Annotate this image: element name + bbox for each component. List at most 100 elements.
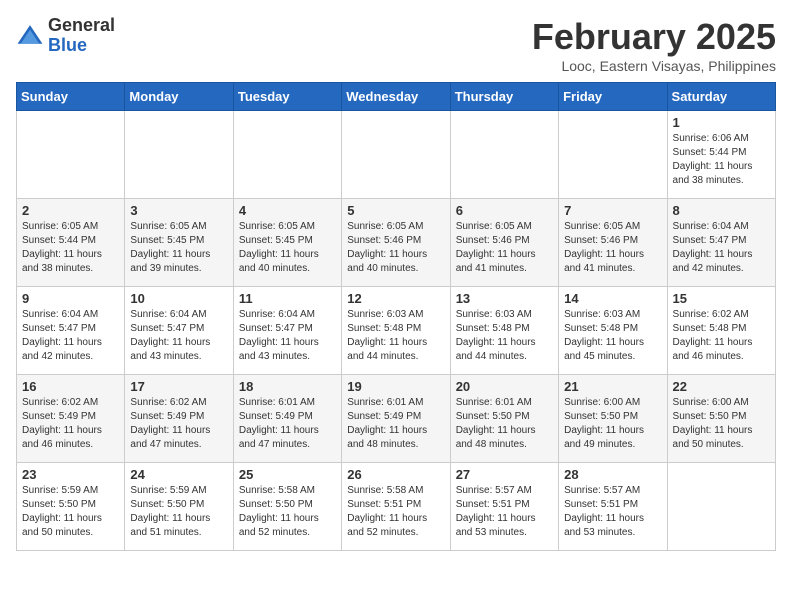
day-info: Sunrise: 6:04 AM Sunset: 5:47 PM Dayligh… — [239, 308, 336, 364]
day-info: Sunrise: 6:00 AM Sunset: 5:50 PM Dayligh… — [673, 396, 770, 452]
day-number: 28 — [564, 467, 661, 482]
day-number: 3 — [130, 203, 227, 218]
calendar-table: SundayMondayTuesdayWednesdayThursdayFrid… — [16, 82, 776, 551]
day-number: 12 — [347, 291, 444, 306]
calendar-week-row: 16 Sunrise: 6:02 AM Sunset: 5:49 PM Dayli… — [17, 375, 776, 463]
day-info: Sunrise: 6:04 AM Sunset: 5:47 PM Dayligh… — [130, 308, 227, 364]
day-of-week-header: Monday — [125, 83, 233, 111]
calendar-cell: 13Sunrise: 6:03 AM Sunset: 5:48 PM Dayli… — [450, 287, 558, 375]
day-number: 11 — [239, 291, 336, 306]
day-info: Sunrise: 6:02 AM Sunset: 5:49 PM Dayligh… — [130, 396, 227, 452]
calendar-cell: 28 Sunrise: 5:57 AM Sunset: 5:51 PM Dayli… — [559, 463, 667, 551]
day-number: 24 — [130, 467, 227, 482]
day-info: Sunrise: 6:05 AM Sunset: 5:44 PM Dayligh… — [22, 220, 119, 276]
day-info: Sunrise: 6:05 AM Sunset: 5:46 PM Dayligh… — [347, 220, 444, 276]
day-info: Sunrise: 5:58 AM Sunset: 5:51 PM Dayligh… — [347, 484, 444, 540]
logo-text: General Blue — [48, 16, 115, 56]
day-number: 4 — [239, 203, 336, 218]
day-of-week-header: Friday — [559, 83, 667, 111]
calendar-cell: 1 Sunrise: 6:06 AM Sunset: 5:44 PM Daylig… — [667, 111, 775, 199]
calendar-header-row: SundayMondayTuesdayWednesdayThursdayFrid… — [17, 83, 776, 111]
day-number: 19 — [347, 379, 444, 394]
page-header: General Blue February 2025 Looc, Eastern… — [16, 16, 776, 74]
day-info: Sunrise: 5:59 AM Sunset: 5:50 PM Dayligh… — [22, 484, 119, 540]
day-info: Sunrise: 6:04 AM Sunset: 5:47 PM Dayligh… — [673, 220, 770, 276]
calendar-cell: 16 Sunrise: 6:02 AM Sunset: 5:49 PM Dayli… — [17, 375, 125, 463]
calendar-cell: 11 Sunrise: 6:04 AM Sunset: 5:47 PM Dayli… — [233, 287, 341, 375]
day-info: Sunrise: 6:05 AM Sunset: 5:46 PM Dayligh… — [456, 220, 553, 276]
day-info: Sunrise: 6:06 AM Sunset: 5:44 PM Dayligh… — [673, 132, 770, 188]
day-number: 14 — [564, 291, 661, 306]
calendar-cell — [559, 111, 667, 199]
day-of-week-header: Thursday — [450, 83, 558, 111]
calendar-cell — [125, 111, 233, 199]
calendar-cell: 18Sunrise: 6:01 AM Sunset: 5:49 PM Dayli… — [233, 375, 341, 463]
title-block: February 2025 Looc, Eastern Visayas, Phi… — [532, 16, 776, 74]
day-number: 20 — [456, 379, 553, 394]
calendar-cell: 23 Sunrise: 5:59 AM Sunset: 5:50 PM Dayli… — [17, 463, 125, 551]
calendar-week-row: 2 Sunrise: 6:05 AM Sunset: 5:44 PM Daylig… — [17, 199, 776, 287]
calendar-cell — [233, 111, 341, 199]
day-info: Sunrise: 6:00 AM Sunset: 5:50 PM Dayligh… — [564, 396, 661, 452]
calendar-cell: 25 Sunrise: 5:58 AM Sunset: 5:50 PM Dayli… — [233, 463, 341, 551]
day-info: Sunrise: 6:03 AM Sunset: 5:48 PM Dayligh… — [564, 308, 661, 364]
calendar-cell: 22 Sunrise: 6:00 AM Sunset: 5:50 PM Dayli… — [667, 375, 775, 463]
day-info: Sunrise: 6:04 AM Sunset: 5:47 PM Dayligh… — [22, 308, 119, 364]
day-of-week-header: Sunday — [17, 83, 125, 111]
day-number: 2 — [22, 203, 119, 218]
day-info: Sunrise: 6:01 AM Sunset: 5:49 PM Dayligh… — [347, 396, 444, 452]
day-number: 26 — [347, 467, 444, 482]
day-number: 22 — [673, 379, 770, 394]
day-of-week-header: Wednesday — [342, 83, 450, 111]
logo: General Blue — [16, 16, 115, 56]
calendar-cell: 3 Sunrise: 6:05 AM Sunset: 5:45 PM Daylig… — [125, 199, 233, 287]
calendar-week-row: 9 Sunrise: 6:04 AM Sunset: 5:47 PM Daylig… — [17, 287, 776, 375]
calendar-cell — [342, 111, 450, 199]
day-number: 23 — [22, 467, 119, 482]
day-number: 16 — [22, 379, 119, 394]
calendar-cell: 5 Sunrise: 6:05 AM Sunset: 5:46 PM Daylig… — [342, 199, 450, 287]
calendar-cell: 26 Sunrise: 5:58 AM Sunset: 5:51 PM Dayli… — [342, 463, 450, 551]
calendar-cell: 17 Sunrise: 6:02 AM Sunset: 5:49 PM Dayli… — [125, 375, 233, 463]
day-number: 21 — [564, 379, 661, 394]
calendar-week-row: 1 Sunrise: 6:06 AM Sunset: 5:44 PM Daylig… — [17, 111, 776, 199]
day-number: 10 — [130, 291, 227, 306]
day-info: Sunrise: 6:02 AM Sunset: 5:48 PM Dayligh… — [673, 308, 770, 364]
day-info: Sunrise: 6:01 AM Sunset: 5:50 PM Dayligh… — [456, 396, 553, 452]
day-number: 1 — [673, 115, 770, 130]
calendar-cell: 12Sunrise: 6:03 AM Sunset: 5:48 PM Dayli… — [342, 287, 450, 375]
calendar-cell: 14 Sunrise: 6:03 AM Sunset: 5:48 PM Dayli… — [559, 287, 667, 375]
day-info: Sunrise: 6:02 AM Sunset: 5:49 PM Dayligh… — [22, 396, 119, 452]
day-number: 15 — [673, 291, 770, 306]
day-number: 13 — [456, 291, 553, 306]
day-number: 9 — [22, 291, 119, 306]
day-number: 5 — [347, 203, 444, 218]
day-info: Sunrise: 6:01 AM Sunset: 5:49 PM Dayligh… — [239, 396, 336, 452]
day-number: 17 — [130, 379, 227, 394]
day-number: 25 — [239, 467, 336, 482]
day-info: Sunrise: 5:57 AM Sunset: 5:51 PM Dayligh… — [564, 484, 661, 540]
location: Looc, Eastern Visayas, Philippines — [532, 58, 776, 74]
day-number: 27 — [456, 467, 553, 482]
calendar-cell: 15 Sunrise: 6:02 AM Sunset: 5:48 PM Dayli… — [667, 287, 775, 375]
calendar-cell — [17, 111, 125, 199]
day-info: Sunrise: 6:05 AM Sunset: 5:45 PM Dayligh… — [130, 220, 227, 276]
day-info: Sunrise: 5:58 AM Sunset: 5:50 PM Dayligh… — [239, 484, 336, 540]
calendar-cell: 6Sunrise: 6:05 AM Sunset: 5:46 PM Daylig… — [450, 199, 558, 287]
month-title: February 2025 — [532, 16, 776, 58]
calendar-cell: 9 Sunrise: 6:04 AM Sunset: 5:47 PM Daylig… — [17, 287, 125, 375]
day-info: Sunrise: 6:05 AM Sunset: 5:46 PM Dayligh… — [564, 220, 661, 276]
calendar-cell: 20 Sunrise: 6:01 AM Sunset: 5:50 PM Dayli… — [450, 375, 558, 463]
day-of-week-header: Tuesday — [233, 83, 341, 111]
calendar-cell — [450, 111, 558, 199]
logo-blue-text: Blue — [48, 35, 87, 55]
calendar-cell: 8Sunrise: 6:04 AM Sunset: 5:47 PM Daylig… — [667, 199, 775, 287]
calendar-cell: 27Sunrise: 5:57 AM Sunset: 5:51 PM Dayli… — [450, 463, 558, 551]
day-number: 7 — [564, 203, 661, 218]
calendar-cell: 2 Sunrise: 6:05 AM Sunset: 5:44 PM Daylig… — [17, 199, 125, 287]
calendar-week-row: 23 Sunrise: 5:59 AM Sunset: 5:50 PM Dayli… — [17, 463, 776, 551]
logo-icon — [16, 22, 44, 50]
day-info: Sunrise: 5:59 AM Sunset: 5:50 PM Dayligh… — [130, 484, 227, 540]
calendar-cell: 10 Sunrise: 6:04 AM Sunset: 5:47 PM Dayli… — [125, 287, 233, 375]
day-of-week-header: Saturday — [667, 83, 775, 111]
